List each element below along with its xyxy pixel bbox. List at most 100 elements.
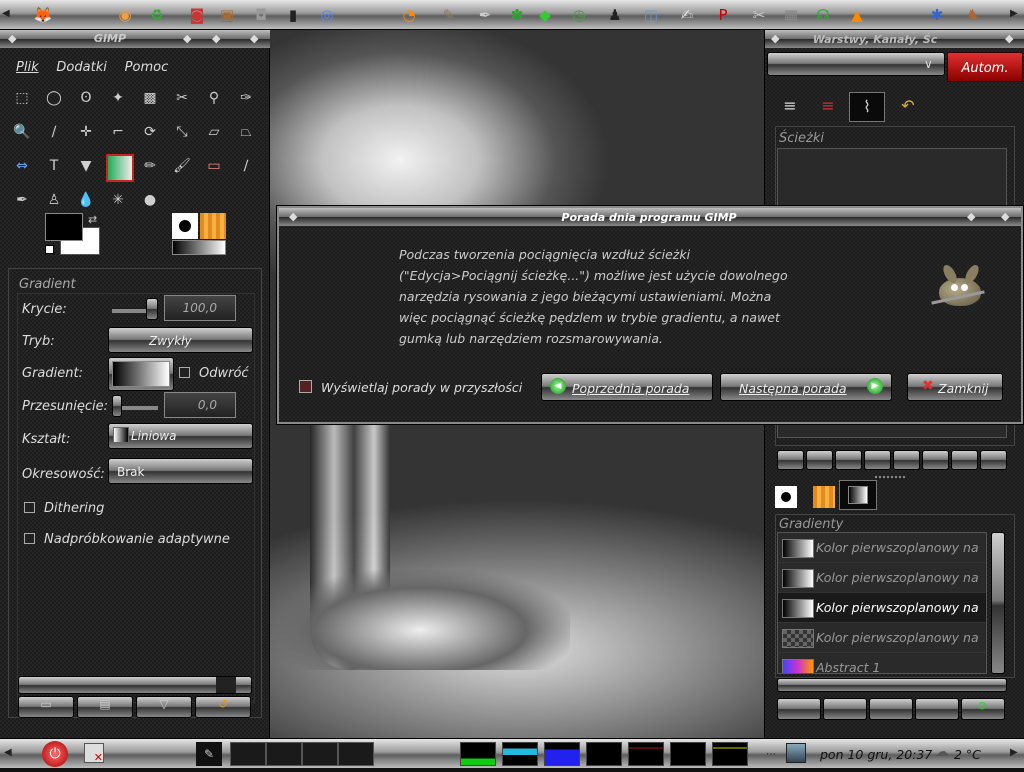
pager-desktop-4[interactable] [338,742,374,766]
new-gradient-button[interactable] [823,698,867,720]
delete-path-button[interactable] [980,450,1007,470]
selection-to-path-button[interactable] [922,450,949,470]
reverse-checkbox[interactable] [179,367,190,378]
move-icon[interactable]: ✛ [74,120,98,144]
repeat-select[interactable]: Brak [108,458,253,484]
delete-gradient-button[interactable] [915,698,959,720]
pager-desktop-1[interactable] [230,742,266,766]
terminal-icon[interactable]: ▮ [282,4,304,26]
color-select-icon[interactable]: ▩ [138,86,162,110]
pager-desktop-2[interactable] [266,742,302,766]
power-icon[interactable]: ⏻ [42,741,68,767]
gradient-list-item[interactable]: Abstract 1 [778,653,986,673]
offset-spinbox[interactable]: 0,0 [164,392,236,418]
camera-icon[interactable]: ◘ [250,4,272,26]
debian-icon[interactable]: ◙ [186,4,208,26]
dithering-checkbox[interactable] [24,502,35,513]
gradient-preview[interactable] [172,240,226,255]
dialog-close-icon[interactable]: ◆ [1001,210,1009,223]
deer-icon[interactable]: ♞ [962,4,984,26]
recycle-icon[interactable]: ♻ [146,4,168,26]
pencil-icon[interactable]: ✏ [138,154,162,178]
bucket-fill-icon[interactable]: ▼ [74,154,98,178]
dock-close-icon[interactable]: ◆ [1005,32,1013,45]
window-menu-icon[interactable]: ◆ [8,32,16,45]
tools-icon[interactable]: ✂ [748,4,770,26]
toolbox-scrollbar-thumb[interactable] [216,677,236,693]
shade-icon[interactable]: ◆ [212,32,220,45]
foreground-select-icon[interactable]: ⚲ [202,86,226,110]
gradient-list-item[interactable]: Kolor pierwszoplanowy na [778,563,986,593]
measure-icon[interactable]: ∕ [42,120,66,144]
opacity-spinbox[interactable]: 100,0 [164,295,236,321]
flip-icon[interactable]: ⇔ [10,154,34,178]
crop-icon[interactable]: ⌐ [106,120,130,144]
finder-icon[interactable]: ◫ [640,4,662,26]
smudge-icon[interactable]: ● [138,188,162,212]
gradient-list-item[interactable]: Kolor pierwszoplanowy na [778,593,986,623]
gimp-icon[interactable]: ✎ [438,4,460,26]
paintbrush-icon[interactable]: 🖌 [170,154,194,178]
previous-tip-button[interactable]: ◀ Poprzednia porada [541,373,713,401]
dock-divider-handle[interactable] [875,476,905,480]
duplicate-path-button[interactable] [864,450,891,470]
paint-along-path-button[interactable] [951,450,978,470]
swap-colors-icon[interactable]: ⇄ [88,213,97,226]
panel-arrow-left[interactable]: ◀ [2,8,12,22]
lasso-icon[interactable]: ʘ [74,86,98,110]
blender-icon[interactable]: ◔ [398,4,420,26]
blend-tool-icon[interactable]: ▥ [106,154,134,182]
cannabis-icon[interactable]: ✽ [506,4,528,26]
box-icon[interactable]: ▣ [216,4,238,26]
cube-icon[interactable]: ◆ [534,4,556,26]
save-options-button[interactable]: ▭ [18,696,74,718]
gradient-list-item[interactable]: Kolor pierwszoplanowy na [778,623,986,653]
perspective-icon[interactable]: ⏢ [234,120,258,144]
refresh-gradients-button[interactable]: ⟳ [961,698,1005,720]
ellipse-select-icon[interactable]: ◯ [42,86,66,110]
gradients-scrollbar[interactable] [991,532,1005,674]
toolbox-titlebar[interactable]: ◆ GIMP ◆ ◆ ◆ [0,30,270,48]
network-tray-icon[interactable] [786,743,806,763]
ink-icon[interactable]: ✒ [10,188,34,212]
default-colors-icon[interactable] [45,245,54,254]
network-icon[interactable]: ☊ [812,4,834,26]
menu-pomoc[interactable]: Pomoc [125,60,169,75]
gradient-list-item[interactable]: Kolor pierwszoplanowy na [778,533,986,563]
taskbar-task-gimp[interactable]: ✎ [196,742,222,766]
taskbar-arrow-left[interactable]: ◀ [4,747,12,758]
kde-icon[interactable]: ✱ [926,4,948,26]
zoom-icon[interactable]: 🔍 [10,120,34,144]
show-desktop-icon[interactable]: ✕ [84,743,104,764]
cd-icon[interactable]: ◉ [114,4,136,26]
shape-select[interactable]: Liniowa [108,423,253,449]
panel-arrow-right[interactable]: ▶ [1010,8,1020,22]
dock-tab-paths[interactable]: ⌇ [849,92,885,122]
auto-button[interactable]: Autom. [947,52,1023,82]
supersampling-checkbox[interactable] [24,533,35,544]
vlc-icon[interactable]: ▲ [846,4,868,26]
image-select[interactable]: ∨ [767,52,945,76]
airbrush-icon[interactable]: ∕ [234,154,258,178]
duplicate-gradient-button[interactable] [869,698,913,720]
rotate-icon[interactable]: ⟳ [138,120,162,144]
lower-path-button[interactable] [835,450,862,470]
path-to-selection-button[interactable] [893,450,920,470]
scale-icon[interactable]: ⤡ [170,120,194,144]
taskbar-arrow-right[interactable]: ▶ [1010,747,1018,758]
dodge-icon[interactable]: ✳ [106,188,130,212]
gradient-tab[interactable] [839,480,877,510]
pattern-tab[interactable] [813,486,835,508]
pattern-preview[interactable] [200,213,226,239]
dock-titlebar[interactable]: ◆ Warstwy, Kanały, Śc ◆ [765,30,1024,48]
disk-icon[interactable]: ◎ [316,4,338,26]
smudge-drop-icon[interactable]: 💧 [74,188,98,212]
inkscape-icon[interactable]: ✒ [474,4,496,26]
dock-menu-icon[interactable]: ◆ [771,32,779,45]
fuzzy-select-icon[interactable]: ✦ [106,86,130,110]
pager-desktop-3[interactable] [302,742,338,766]
clone-icon[interactable]: ♙ [42,188,66,212]
menu-plik[interactable]: Plik [16,60,39,75]
dock-tab-undo[interactable]: ↶ [893,96,923,120]
text-tool-icon[interactable]: T [42,154,66,178]
